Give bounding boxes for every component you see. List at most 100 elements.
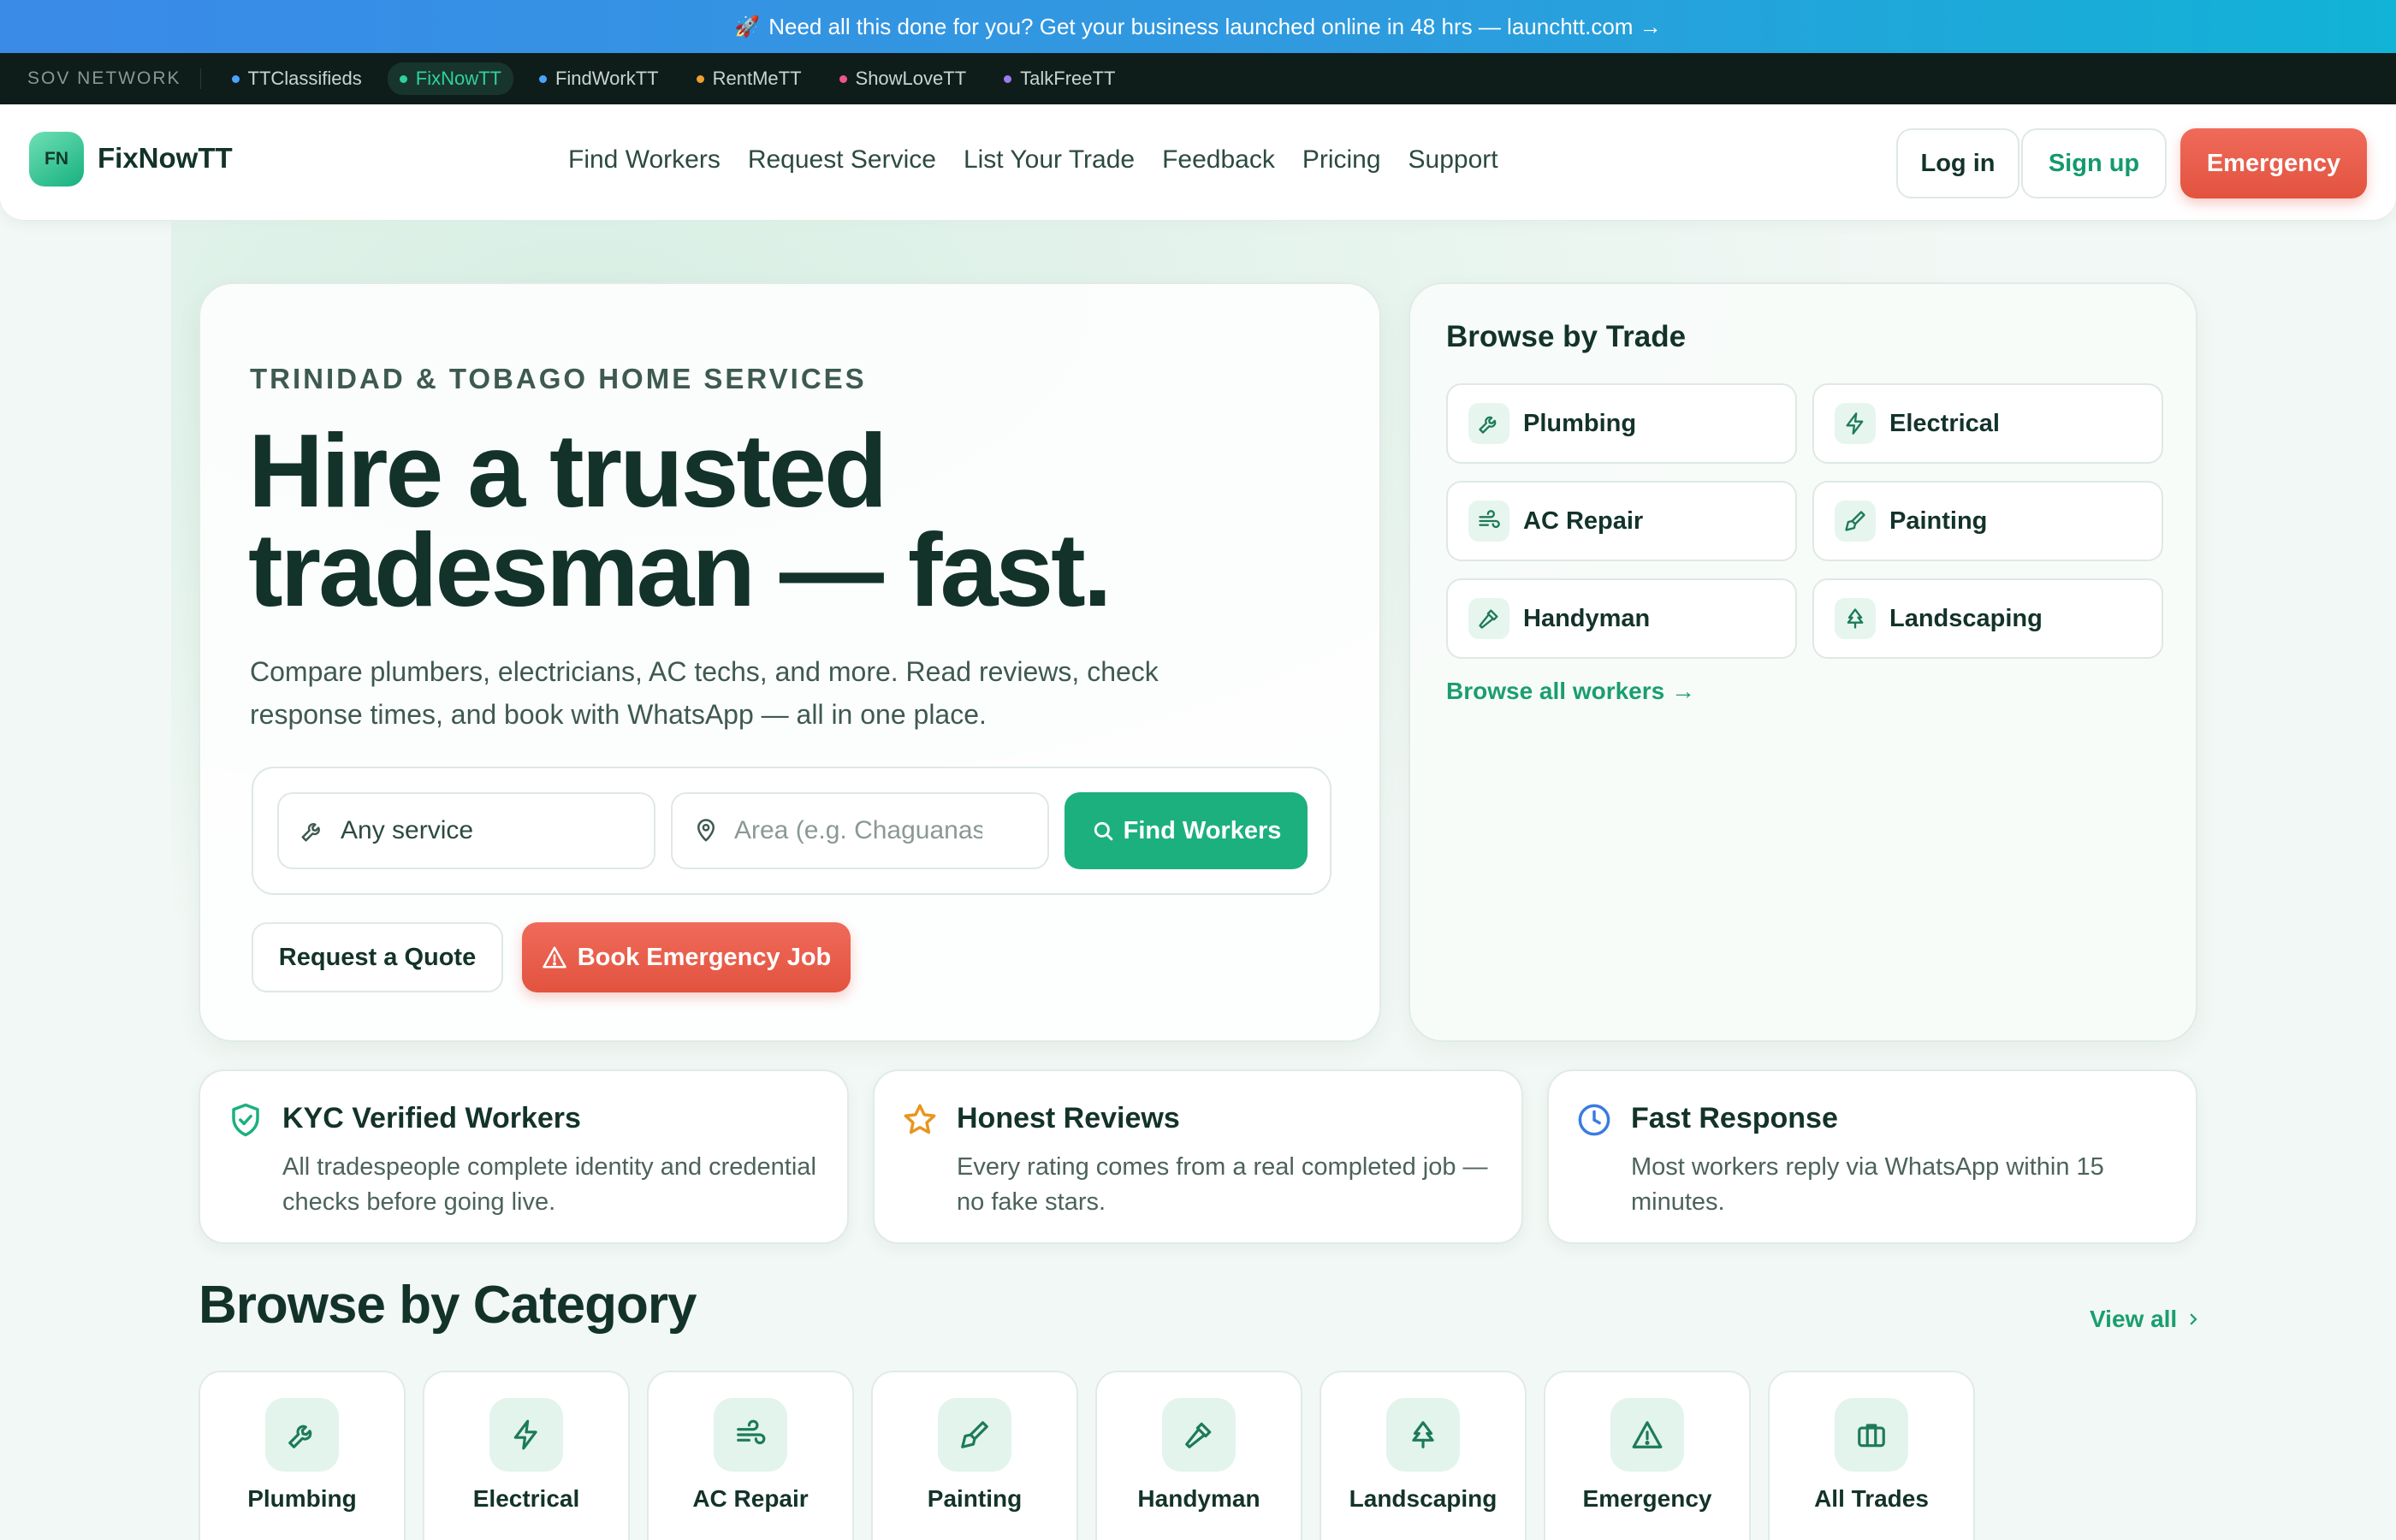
hero-headline: Hire a trusted tradesman — fast. <box>248 412 1275 622</box>
view-all-label: View all <box>2090 1306 2178 1332</box>
trade-plumbing[interactable]: Plumbing <box>1446 383 1797 464</box>
brush-icon <box>1835 500 1876 542</box>
network-link-fixnowtt[interactable]: FixNowTT <box>387 62 513 95</box>
category-electrical[interactable]: Electrical <box>423 1371 630 1540</box>
trade-title: Browse by Trade <box>1446 320 1687 353</box>
wrench-icon <box>1468 403 1509 444</box>
category-label: Plumbing <box>247 1485 357 1512</box>
promo-banner[interactable]: 🚀 Need all this done for you? Get your b… <box>0 0 2396 53</box>
trade-label: Handyman <box>1523 604 1651 632</box>
trade-landscaping[interactable]: Landscaping <box>1812 578 2163 659</box>
network-link-rentmett[interactable]: RentMeTT <box>685 62 814 95</box>
feature-desc: All tradespeople complete identity and c… <box>282 1153 816 1216</box>
signup-button[interactable]: Sign up <box>2021 128 2167 198</box>
category-ac-repair[interactable]: AC Repair <box>647 1371 854 1540</box>
category-handyman[interactable]: Handyman <box>1095 1371 1302 1540</box>
promo-text: Need all this done for you? Get your bus… <box>768 13 1662 39</box>
network-link-label: RentMeTT <box>712 68 802 89</box>
category-plumbing[interactable]: Plumbing <box>199 1371 406 1540</box>
network-link-label: FixNowTT <box>415 68 501 89</box>
network-link-ttclassifieds[interactable]: TTClassifieds <box>220 62 374 95</box>
category-all-trades[interactable]: All Trades <box>1768 1371 1975 1540</box>
shield-check-icon <box>228 1102 264 1138</box>
category-label: Landscaping <box>1349 1485 1498 1512</box>
brush-icon <box>938 1398 1011 1472</box>
dot-icon <box>538 74 547 83</box>
category-heading: Browse by Category <box>199 1276 697 1335</box>
search-icon <box>1091 819 1115 843</box>
category-label: Handyman <box>1137 1485 1260 1512</box>
network-link-findworktt[interactable]: FindWorkTT <box>527 62 671 95</box>
feature-title: KYC Verified Workers <box>282 1102 581 1134</box>
wind-icon <box>1468 500 1509 542</box>
bolt-icon <box>489 1398 563 1472</box>
warning-icon <box>542 945 567 970</box>
dot-icon <box>231 74 240 83</box>
nav-link-request-service[interactable]: Request Service <box>748 145 936 175</box>
view-all-link[interactable]: View all <box>2090 1306 2201 1333</box>
nav-link-pricing[interactable]: Pricing <box>1302 145 1381 175</box>
wind-icon <box>714 1398 787 1472</box>
feature-title: Honest Reviews <box>957 1102 1180 1134</box>
hammer-icon <box>1162 1398 1236 1472</box>
emergency-button[interactable]: Emergency <box>2180 128 2367 198</box>
clock-icon <box>1576 1102 1612 1138</box>
area-input[interactable] <box>734 816 982 845</box>
trade-label: AC Repair <box>1523 506 1644 535</box>
network-link-label: TTClassifieds <box>247 68 362 89</box>
wrench-icon <box>300 818 325 844</box>
tree-icon <box>1835 598 1876 639</box>
dot-icon <box>696 74 704 83</box>
nav-link-find-workers[interactable]: Find Workers <box>568 145 721 175</box>
nav-link-feedback[interactable]: Feedback <box>1162 145 1275 175</box>
category-emergency[interactable]: Emergency <box>1544 1371 1751 1540</box>
logo-badge[interactable]: FN <box>29 132 84 187</box>
trade-painting[interactable]: Painting <box>1812 481 2163 561</box>
area-field[interactable] <box>671 792 1049 869</box>
warning-icon <box>1610 1398 1684 1472</box>
network-link-showlovett[interactable]: ShowLoveTT <box>827 62 979 95</box>
hero-eyebrow: TRINIDAD & TOBAGO HOME SERVICES <box>250 363 867 394</box>
browse-all-workers-link[interactable]: Browse all workers → <box>1446 678 1695 705</box>
feature-desc: Every rating comes from a real completed… <box>957 1153 1488 1216</box>
nav-link-list-your-trade[interactable]: List Your Trade <box>964 145 1135 175</box>
rocket-icon: 🚀 <box>734 15 761 38</box>
cta-row: Request a Quote Book Emergency Job <box>252 922 851 992</box>
trade-electrical[interactable]: Electrical <box>1812 383 2163 464</box>
book-emergency-label: Book Emergency Job <box>577 943 832 971</box>
bolt-icon <box>1835 403 1876 444</box>
trade-ac-repair[interactable]: AC Repair <box>1446 481 1797 561</box>
feature-title: Fast Response <box>1631 1102 1838 1134</box>
star-icon <box>902 1102 938 1138</box>
search-box: Find Workers <box>252 767 1331 895</box>
trade-label: Landscaping <box>1889 604 2043 632</box>
trade-handyman[interactable]: Handyman <box>1446 578 1797 659</box>
category-row: Plumbing Electrical AC Repair Painting H… <box>199 1371 1975 1540</box>
feature-honest-reviews: Honest Reviews Every rating comes from a… <box>873 1069 1523 1244</box>
find-workers-label: Find Workers <box>1123 816 1282 844</box>
category-label: AC Repair <box>692 1485 809 1512</box>
chevron-right-icon <box>2185 1312 2201 1327</box>
request-quote-button[interactable]: Request a Quote <box>252 922 503 992</box>
network-link-label: ShowLoveTT <box>855 68 967 89</box>
category-painting[interactable]: Painting <box>871 1371 1078 1540</box>
map-pin-icon <box>693 818 719 844</box>
logo-text[interactable]: FixNowTT <box>98 142 233 175</box>
briefcase-icon <box>1835 1398 1908 1472</box>
dot-icon <box>399 74 407 83</box>
service-field[interactable] <box>277 792 655 869</box>
category-label: All Trades <box>1814 1485 1929 1512</box>
category-landscaping[interactable]: Landscaping <box>1320 1371 1527 1540</box>
network-link-talkfreett[interactable]: TalkFreeTT <box>992 62 1127 95</box>
service-input[interactable] <box>341 816 589 845</box>
category-label: Painting <box>927 1485 1023 1512</box>
nav-link-support[interactable]: Support <box>1409 145 1498 175</box>
headline-line-1: Hire a trusted <box>248 412 887 529</box>
trade-label: Painting <box>1889 506 1988 535</box>
dot-icon <box>839 74 847 83</box>
browse-by-trade-card: Browse by Trade Plumbing Electrical AC R… <box>1409 282 2197 1042</box>
book-emergency-button[interactable]: Book Emergency Job <box>522 922 851 992</box>
network-label: SOV NETWORK <box>27 68 201 89</box>
find-workers-button[interactable]: Find Workers <box>1065 792 1308 869</box>
login-button[interactable]: Log in <box>1896 128 2019 198</box>
